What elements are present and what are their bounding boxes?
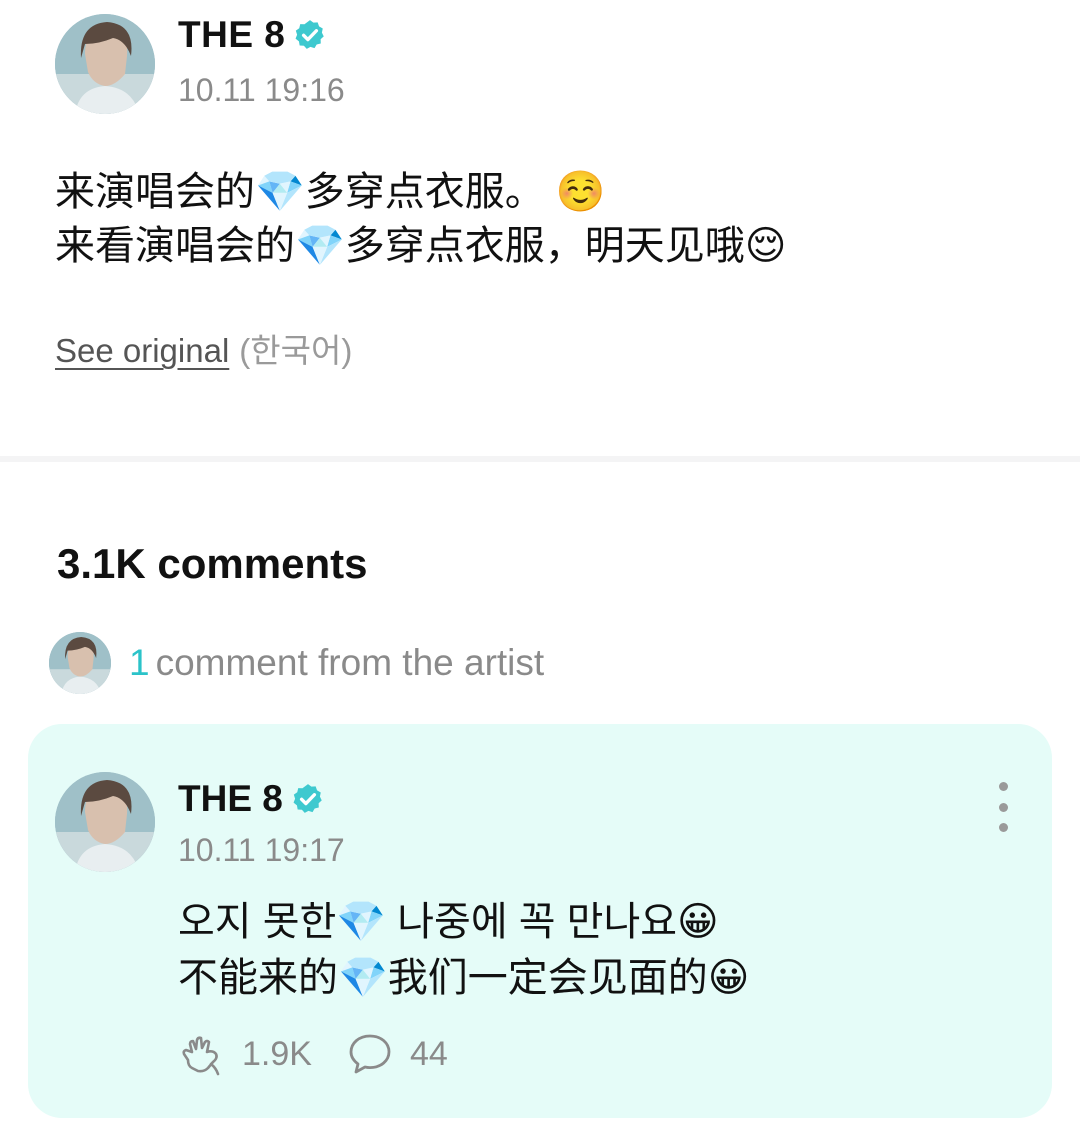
artist-mini-avatar — [49, 632, 111, 694]
post-body-text: 来演唱会的💎多穿点衣服。 ☺️ 来看演唱会的💎多穿点衣服，明天见哦😌 — [55, 170, 787, 268]
artist-comments-filter[interactable]: 1 comment from the artist — [49, 632, 544, 694]
like-button[interactable]: 1.9K — [178, 1030, 312, 1078]
speech-bubble-icon — [349, 1034, 391, 1074]
avatar-photo-icon — [49, 632, 111, 694]
section-divider — [0, 456, 1080, 462]
more-dot-icon — [998, 802, 1008, 812]
avatar-photo-icon — [55, 14, 155, 114]
see-original-link[interactable]: See original — [55, 332, 229, 369]
post-author-name[interactable]: THE 8 — [178, 14, 327, 56]
like-count: 1.9K — [242, 1034, 312, 1073]
comment-body-text: 오지 못한💎 나중에 꼭 만나요😀 不能来的💎我们一定会见面的😀 — [178, 900, 750, 1000]
verified-badge-icon — [293, 784, 322, 813]
reply-count: 44 — [409, 1034, 448, 1073]
more-options-button[interactable] — [988, 782, 1018, 832]
comments-count-heading: 3.1K comments — [57, 540, 368, 587]
comment-author-name[interactable]: THE 8 — [178, 778, 325, 820]
verified-badge-icon — [295, 20, 325, 49]
post-timestamp: 10.11 19:16 — [178, 72, 345, 108]
comment-actions: 1.9K 44 — [178, 1030, 448, 1078]
more-dot-icon — [998, 782, 1008, 791]
artist-comment-count: 1 — [129, 642, 150, 683]
artist-comment-card: THE 8 10.11 19:17 오지 못한💎 나중에 꼭 만나요😀 不能来的… — [28, 724, 1052, 1118]
comment-author-avatar[interactable] — [55, 772, 155, 872]
comment-author-label: THE 8 — [178, 778, 283, 819]
post-author-label: THE 8 — [178, 14, 286, 55]
artist-comment-summary: 1 comment from the artist — [129, 642, 544, 684]
more-dot-icon — [998, 823, 1008, 832]
post-author-avatar[interactable] — [55, 14, 155, 114]
original-language-hint: (한국어) — [239, 332, 353, 369]
artist-comment-label: comment from the artist — [155, 642, 545, 683]
reply-button[interactable]: 44 — [346, 1030, 448, 1078]
see-original-row: See original (한국어) — [55, 324, 352, 372]
avatar-photo-icon — [55, 772, 155, 872]
comment-timestamp: 10.11 19:17 — [178, 832, 345, 868]
cheer-hand-icon — [182, 1036, 220, 1076]
